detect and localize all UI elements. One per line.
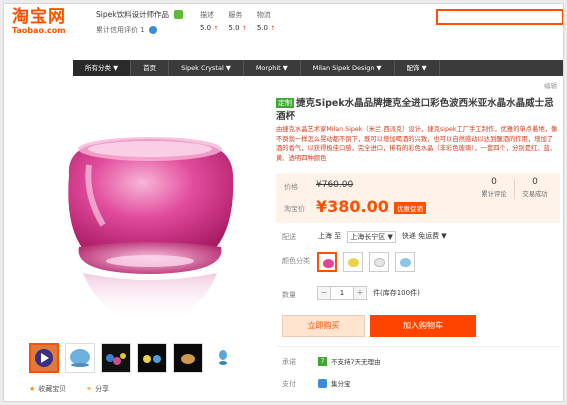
nav-all-categories[interactable]: 所有分类 ▼ (73, 60, 132, 76)
rating-service: 服务 5.0 ↑ (228, 11, 247, 32)
pay-row: 集分宝 (318, 378, 351, 388)
quantity-decrease-button[interactable]: − (317, 286, 331, 300)
jifenbao-icon (318, 378, 327, 388)
logo-text: 淘宝网 (12, 7, 66, 27)
nav-accessories[interactable]: 配饰 ▼ (395, 60, 440, 76)
swatch-blue[interactable] (395, 252, 415, 272)
promise-text[interactable]: 不支持7天无理由 (331, 356, 381, 366)
glass-icon (348, 258, 359, 267)
shop-ratings: 描述 5.0 ↑ 服务 5.0 ↑ 物流 5.0 ↑ (200, 10, 275, 32)
buy-now-button[interactable]: 立即购买 (282, 315, 365, 337)
thumbnail-strip (29, 343, 239, 373)
color-swatches (317, 252, 415, 272)
stat-reviews[interactable]: 0 累计评论 (474, 177, 514, 199)
nav-morphit[interactable]: Morphit ▼ (244, 60, 301, 76)
orig-price: ¥760.00 (316, 180, 354, 190)
sale-price-label: 淘宝价 (284, 205, 305, 213)
dark-glass-thumb (174, 344, 202, 372)
pay-method[interactable]: 集分宝 (331, 378, 351, 388)
shop-credit: 累计信用评价 1 (96, 26, 145, 34)
thumbnail-small[interactable] (209, 343, 239, 373)
search-input[interactable] (436, 9, 563, 25)
sales-stats: 0 累计评论 0 交易成功 (474, 177, 555, 199)
glass-icon (323, 259, 334, 268)
favorite-button[interactable]: ★ 收藏宝贝 (29, 384, 66, 394)
arrow-up-icon: ↑ (270, 25, 276, 32)
product-page: 淘宝网 Taobao.com Sipek饮料设计师作品 累计信用评价 1 描述 … (3, 3, 564, 402)
glass-image (68, 137, 234, 323)
arrow-up-icon: ↑ (213, 25, 219, 32)
taobao-logo[interactable]: 淘宝网 Taobao.com (12, 8, 82, 35)
rating-description: 描述 5.0 ↑ (200, 11, 219, 32)
shop-name[interactable]: Sipek饮料设计师作品 (96, 9, 169, 20)
ship-method-select[interactable]: 快递 免运费 ▼ (402, 231, 447, 243)
color-label: 颜色分类 (282, 257, 310, 265)
divider (276, 346, 560, 347)
sale-price: ¥380.00 (316, 197, 389, 216)
nav-milan-sipek-design[interactable]: Milan Sipek Design ▼ (301, 60, 395, 76)
product-title: 定制 捷克Sipek水晶品牌捷克全进口彩色波西米亚水晶水晶威士忌酒杯 (276, 98, 554, 122)
shipping-label: 配送 (282, 233, 296, 241)
arrow-up-icon: ↑ (241, 25, 247, 32)
pay-label: 支付 (282, 380, 296, 388)
thumbnail-dark-2[interactable] (137, 343, 167, 373)
shipping-row: 上海 至 上海长宁区 ▼ 快递 免运费 ▼ (318, 231, 447, 243)
orig-price-label: 价格 (284, 183, 298, 191)
thumbnail-dark-3[interactable] (173, 343, 203, 373)
shop-badge-icon (174, 10, 184, 19)
glass-icon (374, 258, 385, 267)
share-icon: ⚭ (86, 385, 93, 393)
rating-logistics: 物流 5.0 ↑ (256, 11, 276, 32)
small-glass-thumb (209, 343, 237, 371)
dark-glasses-thumb (102, 344, 130, 372)
promo-badge[interactable]: 优惠促销 (394, 202, 426, 214)
stock-info: 件(库存100件) (373, 289, 420, 297)
quantity-stepper: − 1 + 件(库存100件) (317, 286, 420, 300)
star-icon: ★ (29, 385, 36, 393)
edit-link[interactable]: 编辑 (544, 80, 557, 90)
ship-origin: 上海 至 (318, 232, 342, 240)
stat-transactions[interactable]: 0 交易成功 (515, 177, 555, 199)
quantity-increase-button[interactable]: + (353, 286, 367, 300)
promise-row: 7 不支持7天无理由 (318, 356, 381, 366)
thumbnail-dark-1[interactable] (101, 343, 131, 373)
quantity-input[interactable]: 1 (331, 286, 353, 300)
swatch-clear[interactable] (369, 252, 389, 272)
thumbnail-video[interactable] (29, 343, 59, 373)
product-description: 由捷克水晶艺术家Milan Sipek（米兰.西派克）设计，捷克sipek工厂手… (276, 126, 558, 162)
product-main-image[interactable] (29, 97, 268, 335)
shop-info: Sipek饮料设计师作品 累计信用评价 1 (96, 9, 184, 35)
custom-tag: 定制 (276, 98, 294, 108)
add-to-cart-button[interactable]: 加入购物车 (370, 315, 476, 337)
swatch-red[interactable] (317, 252, 337, 272)
share-row: ★ 收藏宝贝 ⚭ 分享 (29, 384, 109, 394)
play-video-icon (31, 345, 57, 371)
ship-destination-select[interactable]: 上海长宁区 ▼ (347, 231, 396, 243)
credit-level-icon (148, 26, 157, 34)
swatch-yellow[interactable] (343, 252, 363, 272)
share-button[interactable]: ⚭ 分享 (86, 384, 109, 394)
logo-subtext: Taobao.com (12, 26, 66, 35)
thumbnail-blue-glass[interactable] (65, 343, 95, 373)
shop-nav: 所有分类 ▼ 首页 Sipek Crystal ▼ Morphit ▼ Mila… (73, 60, 563, 76)
seven-day-icon: 7 (318, 356, 327, 366)
price-box: 价格 ¥760.00 淘宝价 ¥380.00 优惠促销 0 累计评论 0 交易成… (276, 173, 560, 223)
nav-sipek-crystal[interactable]: Sipek Crystal ▼ (169, 60, 244, 76)
blue-glass-thumb (66, 344, 94, 372)
dark-glasses-thumb (138, 344, 166, 372)
nav-home[interactable]: 首页 (131, 60, 170, 76)
quantity-label: 数量 (282, 291, 296, 299)
glass-icon (400, 258, 411, 267)
promise-label: 承诺 (282, 358, 296, 366)
